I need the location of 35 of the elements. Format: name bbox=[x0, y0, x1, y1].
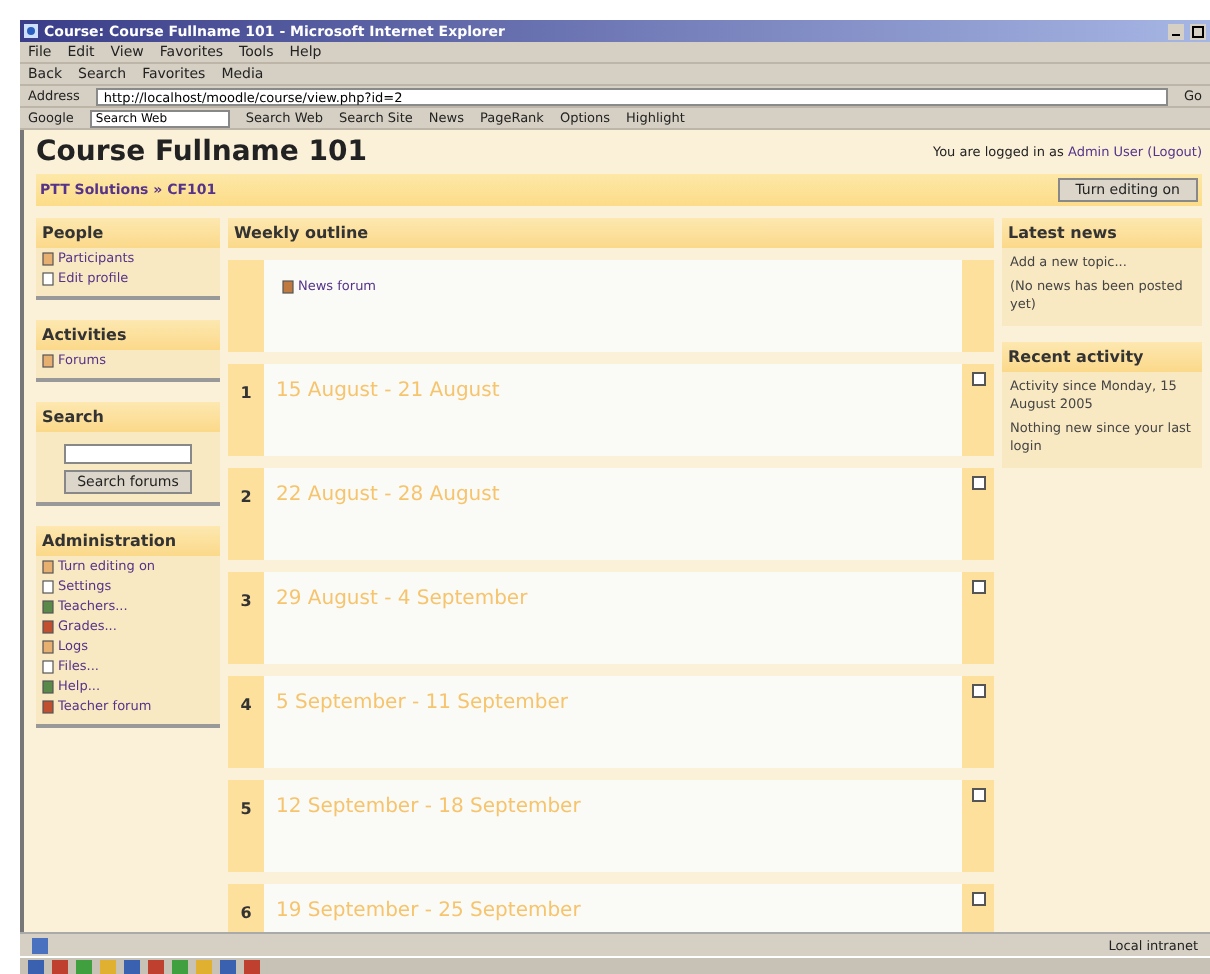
block-title: People bbox=[36, 218, 220, 248]
week-number: 2 bbox=[228, 468, 264, 560]
week-number: 3 bbox=[228, 572, 264, 664]
highlight-icon[interactable] bbox=[971, 372, 985, 386]
highlight-icon[interactable] bbox=[971, 580, 985, 594]
block-title: Administration bbox=[36, 526, 220, 556]
section-margin bbox=[228, 260, 264, 352]
week-number: 5 bbox=[228, 780, 264, 872]
week-number: 4 bbox=[228, 676, 264, 768]
week-number: 1 bbox=[228, 364, 264, 456]
browser-icon bbox=[24, 24, 38, 38]
outline-title: Weekly outline bbox=[228, 218, 994, 248]
highlight-icon[interactable] bbox=[971, 684, 985, 698]
course-title: Course Fullname 101 bbox=[36, 136, 367, 168]
page-icon bbox=[32, 937, 48, 953]
week-dates: 19 September - 25 September bbox=[276, 900, 583, 922]
week-dates: 15 August - 21 August bbox=[276, 380, 502, 402]
block-title: Latest news bbox=[1002, 218, 1202, 248]
block-title: Activities bbox=[36, 320, 220, 350]
highlight-icon[interactable] bbox=[971, 788, 985, 802]
forum-icon bbox=[282, 279, 294, 293]
search-field[interactable] bbox=[64, 444, 192, 464]
highlight-icon[interactable] bbox=[971, 476, 985, 490]
week-dates: 5 September - 11 September bbox=[276, 692, 570, 714]
section-side-bar bbox=[962, 260, 994, 352]
week-dates: 12 September - 18 September bbox=[276, 796, 583, 818]
maximize-icon[interactable] bbox=[1190, 23, 1206, 39]
page-icon bbox=[42, 353, 54, 367]
block-title: Search bbox=[36, 402, 220, 432]
week-dates: 22 August - 28 August bbox=[276, 484, 502, 506]
block-title: Recent activity bbox=[1002, 342, 1202, 372]
week-dates: 29 August - 4 September bbox=[276, 588, 530, 610]
highlight-icon[interactable] bbox=[971, 892, 985, 906]
week-number: 6 bbox=[228, 884, 264, 932]
minimize-icon[interactable] bbox=[1168, 23, 1184, 39]
